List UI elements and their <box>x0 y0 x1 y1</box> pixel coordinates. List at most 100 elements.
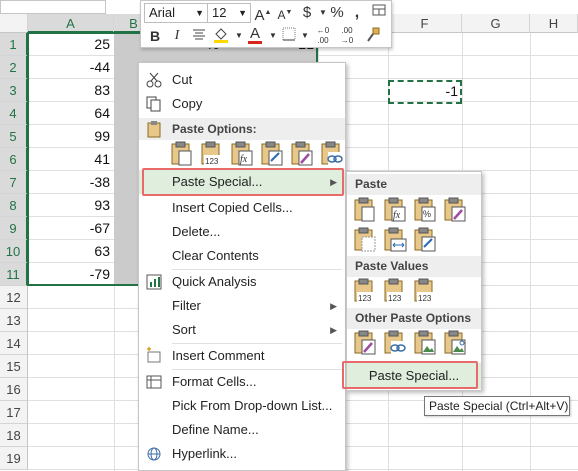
row-header[interactable]: 4 <box>0 102 28 125</box>
menu-item-label: Clear Contents <box>172 248 259 263</box>
menu-item-insert-comment[interactable]: Insert Comment <box>139 344 345 368</box>
decrease-decimal-button[interactable]: .00 →0 <box>337 26 357 46</box>
paste-formulas-icon[interactable]: fx <box>383 197 409 225</box>
font-color-button[interactable]: A <box>245 24 265 44</box>
row-header[interactable]: 2 <box>0 56 28 79</box>
svg-text:123: 123 <box>205 157 219 166</box>
row-header[interactable]: 13 <box>0 309 28 332</box>
menu-item-cut[interactable]: Cut <box>139 68 345 92</box>
row-header[interactable]: 18 <box>0 424 28 447</box>
paste-special-submenu: Paste Paste Values Other Paste Options f… <box>346 171 482 391</box>
grow-font-button[interactable]: A▲ <box>253 3 273 24</box>
paste-values-source-format-icon[interactable]: 123 <box>413 278 439 306</box>
row-header[interactable]: 16 <box>0 378 28 401</box>
copy-icon <box>145 95 163 113</box>
menu-item-label: Insert Copied Cells... <box>172 200 293 215</box>
align-center-icon[interactable] <box>189 26 209 46</box>
column-header-f[interactable]: F <box>388 14 462 33</box>
row-header[interactable]: 12 <box>0 286 28 309</box>
menu-item-define-name[interactable]: Define Name... <box>139 418 345 442</box>
menu-item-clear-contents[interactable]: Clear Contents <box>139 244 345 268</box>
row-header[interactable]: 7 <box>0 171 28 194</box>
paste-special-highlight <box>142 168 344 196</box>
menu-item-label: Copy <box>172 96 203 111</box>
increase-decimal-button[interactable]: ←0.00 <box>313 26 333 46</box>
paste-link-icon[interactable] <box>320 141 346 169</box>
submenu-paste-special-highlight <box>342 361 478 389</box>
paste-transpose-icon[interactable] <box>413 227 439 255</box>
chevron-down-icon[interactable]: ▼ <box>238 4 247 22</box>
paste-keep-source-formatting-icon[interactable] <box>443 197 469 225</box>
menu-item-quick-analysis[interactable]: Quick Analysis <box>139 270 345 294</box>
paste-icon[interactable] <box>353 197 379 225</box>
row-header[interactable]: 8 <box>0 194 28 217</box>
menu-item-hyperlink[interactable]: Hyperlink... <box>139 442 345 466</box>
chevron-down-icon[interactable]: ▼ <box>195 4 204 22</box>
paste-values-number-format-icon[interactable]: 123 <box>383 278 409 306</box>
comma-button[interactable]: , <box>347 3 367 23</box>
fill-color-icon[interactable] <box>211 26 231 46</box>
chevron-right-icon: ▶ <box>330 301 337 311</box>
font-name-value: Arial <box>149 5 176 20</box>
font-name-box[interactable]: Arial ▼ <box>144 3 208 23</box>
row-header[interactable]: 14 <box>0 332 28 355</box>
row-header[interactable]: 1 <box>0 33 28 56</box>
clipboard-icon <box>145 120 163 145</box>
bold-button[interactable]: B <box>145 26 165 46</box>
row-header[interactable]: 11 <box>0 263 28 286</box>
percent-button[interactable]: % <box>327 3 347 23</box>
menu-item-sort[interactable]: Sort ▶ <box>139 318 345 342</box>
paste-link-icon[interactable] <box>383 330 409 358</box>
cell-f3[interactable]: -1 <box>388 80 462 103</box>
name-box[interactable] <box>0 0 106 14</box>
menu-item-filter[interactable]: Filter ▶ <box>139 294 345 318</box>
row-header[interactable]: 5 <box>0 125 28 148</box>
column-header-a[interactable]: A <box>28 14 114 33</box>
paste-no-borders-icon[interactable] <box>353 227 379 255</box>
paste-values-icon[interactable]: 123 <box>353 278 379 306</box>
paste-transpose-icon[interactable] <box>260 141 286 169</box>
svg-text:123: 123 <box>418 294 432 303</box>
column-header-h[interactable]: H <box>530 14 578 33</box>
menu-item-label: Format Cells... <box>172 374 257 389</box>
menu-item-insert-copied-cells[interactable]: Insert Copied Cells... <box>139 196 345 220</box>
row-header[interactable]: 10 <box>0 240 28 263</box>
mini-toolbar: Arial ▼ 12 ▼ A▲ A▼ $ ▼ % , B I ▼ A ▼ ▼ ←… <box>140 0 392 48</box>
comment-icon <box>145 347 163 365</box>
menu-item-copy[interactable]: Copy <box>139 92 345 116</box>
paste-options-header: Paste Options: <box>139 118 345 140</box>
menu-item-label: Cut <box>172 72 193 87</box>
menu-item-format-cells[interactable]: Format Cells... <box>139 370 345 394</box>
row-header[interactable]: 17 <box>0 401 28 424</box>
paste-icon[interactable] <box>170 141 196 169</box>
row-header[interactable]: 6 <box>0 148 28 171</box>
chevron-down-icon[interactable]: ▼ <box>295 26 315 46</box>
menu-item-label: Filter <box>172 298 201 313</box>
menu-item-delete[interactable]: Delete... <box>139 220 345 244</box>
italic-button[interactable]: I <box>167 26 187 46</box>
paste-formulas-icon[interactable]: fx <box>230 141 256 169</box>
row-header[interactable]: 15 <box>0 355 28 378</box>
format-painter-icon[interactable] <box>369 3 389 23</box>
paste-formatting-icon[interactable] <box>353 330 379 358</box>
svg-text:fx: fx <box>393 210 401 221</box>
paste-linked-picture-icon[interactable] <box>443 330 469 358</box>
format-brush-icon[interactable] <box>363 26 383 46</box>
paste-picture-icon[interactable] <box>413 330 439 358</box>
column-header-g[interactable]: G <box>462 14 530 33</box>
chevron-right-icon: ▶ <box>330 325 337 335</box>
shrink-font-button[interactable]: A▼ <box>275 3 295 23</box>
paste-keep-column-widths-icon[interactable] <box>383 227 409 255</box>
scissors-icon <box>145 71 163 89</box>
row-header[interactable]: 19 <box>0 447 28 470</box>
font-size-value: 12 <box>212 5 227 20</box>
paste-formatting-icon[interactable] <box>290 141 316 169</box>
row-header[interactable]: 3 <box>0 79 28 102</box>
paste-values-icon[interactable]: 123 <box>200 141 226 169</box>
row-header[interactable]: 9 <box>0 217 28 240</box>
font-size-box[interactable]: 12 ▼ <box>207 3 251 23</box>
paste-formulas-number-format-icon[interactable]: % <box>413 197 439 225</box>
select-all-corner[interactable] <box>0 14 28 33</box>
quick-analysis-icon <box>145 273 163 291</box>
menu-item-pick-from-dropdown[interactable]: Pick From Drop-down List... <box>139 394 345 418</box>
